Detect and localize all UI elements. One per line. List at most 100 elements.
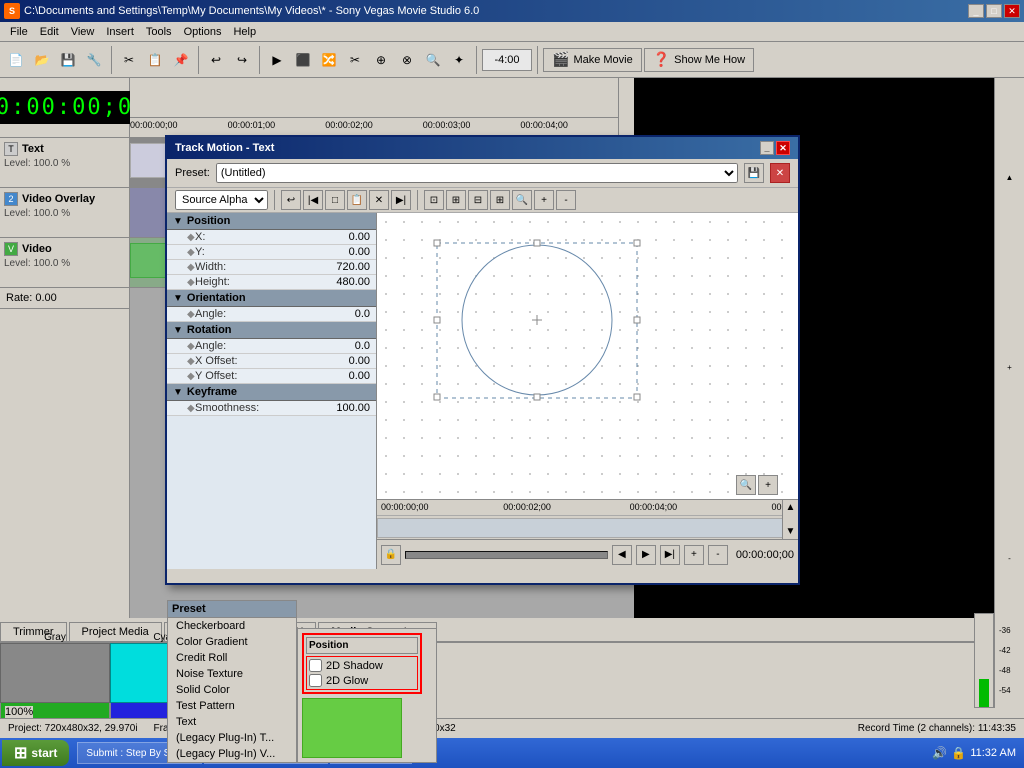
grid-button[interactable]: ⊞ [490, 190, 510, 210]
new-button[interactable]: 📄 [4, 48, 28, 72]
menu-options[interactable]: Options [178, 25, 228, 39]
zoom-indicator: 100% [5, 706, 33, 718]
menu-view[interactable]: View [65, 25, 101, 39]
add-button[interactable]: + [684, 545, 704, 565]
reset-button[interactable]: ↩ [281, 190, 301, 210]
prev-keyframe-button[interactable]: |◀ [303, 190, 323, 210]
orientation-angle-row: ◆ Angle: 0.0 [167, 307, 376, 322]
main-toolbar: 📄 📂 💾 🔧 ✂ 📋 📌 ↩ ↪ ▶ ⬛ 🔀 ✂ ⊕ ⊗ 🔍 ✦ -4:00 … [0, 42, 1024, 78]
track-name-text: Text [22, 143, 44, 155]
timeline-scroll-down[interactable]: ▼ [786, 526, 796, 537]
delete-keyframe-button[interactable]: ✕ [369, 190, 389, 210]
next-keyframe-button[interactable]: ▶| [391, 190, 411, 210]
zoom-out-button[interactable]: - [556, 190, 576, 210]
rotation-angle-row: ◆ Angle: 0.0 [167, 339, 376, 354]
copy-keyframe-button[interactable]: □ [325, 190, 345, 210]
menu-file[interactable]: File [4, 25, 34, 39]
rotation-collapse-icon[interactable]: ▼ [173, 325, 183, 336]
gen-color-gradient[interactable]: Color Gradient [168, 634, 296, 650]
shadow-label: 2D Shadow [326, 660, 383, 672]
menu-tools[interactable]: Tools [140, 25, 178, 39]
del-button[interactable]: - [708, 545, 728, 565]
swatch-gray[interactable] [0, 643, 110, 703]
position-collapse-icon[interactable]: ▼ [173, 216, 183, 227]
fill-button[interactable]: ⊞ [446, 190, 466, 210]
lock-button[interactable]: 🔒 [381, 545, 401, 565]
tool1[interactable]: ▶ [265, 48, 289, 72]
glow-checkbox[interactable] [309, 674, 322, 687]
zoom-in-button[interactable]: + [534, 190, 554, 210]
paste-button[interactable]: 📌 [169, 48, 193, 72]
stretch-button[interactable]: ⊟ [468, 190, 488, 210]
menu-edit[interactable]: Edit [34, 25, 65, 39]
source-alpha-select[interactable]: Source Alpha [175, 190, 268, 210]
track-icon-video: V [4, 242, 18, 256]
preview-add-keyframe-icon[interactable]: + [758, 475, 778, 495]
rate-display: Rate: 0.00 [0, 288, 129, 309]
make-movie-button[interactable]: 🎬 Make Movie [543, 48, 642, 72]
gen-noise-texture[interactable]: Noise Texture [168, 666, 296, 682]
undo-button[interactable]: ↩ [204, 48, 228, 72]
start-button[interactable]: ⊞ start [2, 740, 69, 766]
dialog-bottom-controls: 🔒 ◀ ▶ ▶| + - 00:00:00;00 [377, 539, 798, 569]
properties-button[interactable]: 🔧 [82, 48, 106, 72]
position-height-row: ◆ Height: 480.00 [167, 275, 376, 290]
shadow-checkbox[interactable] [309, 659, 322, 672]
color-preview-block [302, 698, 402, 758]
motion-preview-canvas[interactable]: 🔍 + [377, 213, 798, 499]
dialog-minimize-button[interactable]: _ [760, 141, 774, 155]
keyframe-collapse-icon[interactable]: ▼ [173, 387, 183, 398]
tool4[interactable]: ✂ [343, 48, 367, 72]
dialog-close-button[interactable]: ✕ [776, 141, 790, 155]
gen-solid-color[interactable]: Solid Color [168, 682, 296, 698]
media-generators-list: Preset Checkerboard Color Gradient Credi… [167, 600, 297, 763]
timeline-ruler: 00:00:00;00 00:00:01;00 00:00:02;00 00:0… [130, 78, 634, 138]
menu-help[interactable]: Help [227, 25, 262, 39]
gen-checkerboard[interactable]: Checkerboard [168, 618, 296, 634]
zoom-button[interactable]: 🔍 [512, 190, 532, 210]
gen-credit-roll[interactable]: Credit Roll [168, 650, 296, 666]
close-button[interactable]: ✕ [1004, 4, 1020, 18]
play-button[interactable]: ◀ [612, 545, 632, 565]
tool8[interactable]: ✦ [447, 48, 471, 72]
timeline-scroll-up[interactable]: ▲ [786, 502, 796, 513]
tool2[interactable]: ⬛ [291, 48, 315, 72]
paste-keyframe-button[interactable]: 📋 [347, 190, 367, 210]
open-button[interactable]: 📂 [30, 48, 54, 72]
gen-text[interactable]: Text [168, 714, 296, 730]
sys-tray-icon2: 🔒 [951, 746, 966, 760]
copy-button[interactable]: 📋 [143, 48, 167, 72]
sys-tray-icon1: 🔊 [932, 746, 947, 760]
fit-button[interactable]: ⊡ [424, 190, 444, 210]
position-overlay-label: Position [306, 637, 418, 654]
minimize-button[interactable]: _ [968, 4, 984, 18]
save-button[interactable]: 💾 [56, 48, 80, 72]
show-me-how-button[interactable]: ❓ Show Me How [644, 48, 754, 72]
color-preview-area: Position 2D Shadow 2D Glow [297, 628, 437, 763]
menu-insert[interactable]: Insert [100, 25, 140, 39]
taskbar-right: 🔊 🔒 11:32 AM [932, 746, 1024, 760]
preview-zoom-icon[interactable]: 🔍 [736, 475, 756, 495]
tool3[interactable]: 🔀 [317, 48, 341, 72]
orientation-collapse-icon[interactable]: ▼ [173, 293, 183, 304]
preset-select[interactable]: (Untitled) [216, 163, 738, 183]
preset-label: Preset: [175, 167, 210, 179]
gen-test-pattern[interactable]: Test Pattern [168, 698, 296, 714]
tool7[interactable]: 🔍 [421, 48, 445, 72]
maximize-button[interactable]: □ [986, 4, 1002, 18]
dialog-title-text: Track Motion - Text [175, 142, 274, 154]
preset-close-button[interactable]: ✕ [770, 163, 790, 183]
timeline-slider[interactable] [405, 551, 608, 559]
tool5[interactable]: ⊕ [369, 48, 393, 72]
track-name-video: Video [22, 243, 52, 255]
end-button[interactable]: ▶| [660, 545, 680, 565]
tool6[interactable]: ⊗ [395, 48, 419, 72]
preview-area: 🔍 + 00:00:00;00 00:00:02;00 00:00:04;00 … [377, 213, 798, 569]
taskbar-clock: 11:32 AM [970, 747, 1016, 759]
stop-button[interactable]: ▶ [636, 545, 656, 565]
cut-button[interactable]: ✂ [117, 48, 141, 72]
redo-button[interactable]: ↪ [230, 48, 254, 72]
preset-save-button[interactable]: 💾 [744, 163, 764, 183]
gen-legacy2[interactable]: (Legacy Plug-In) V... [168, 746, 296, 762]
gen-legacy1[interactable]: (Legacy Plug-In) T... [168, 730, 296, 746]
